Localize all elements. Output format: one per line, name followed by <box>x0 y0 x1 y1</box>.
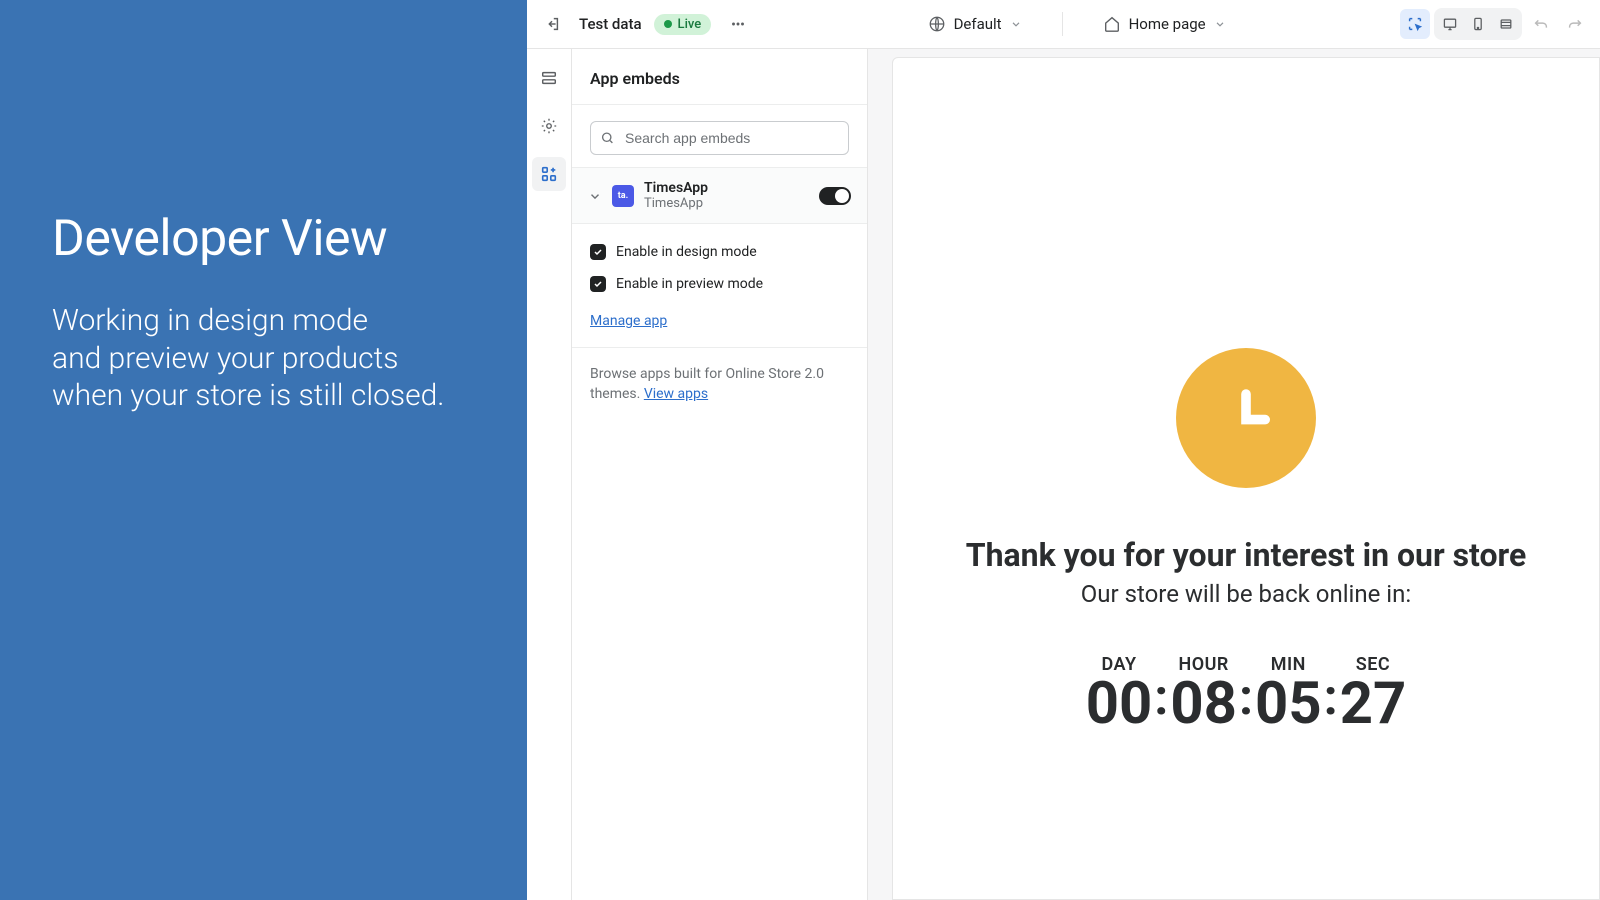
fullscreen-icon[interactable] <box>1493 11 1519 37</box>
panel-title: App embeds <box>572 49 867 105</box>
redo-icon[interactable] <box>1560 9 1590 39</box>
countdown-timer: DAY 00 : HOUR 08 : MIN 05 <box>1086 654 1407 733</box>
colon-separator: : <box>1322 669 1340 727</box>
chevron-down-icon <box>1010 18 1022 30</box>
colon-separator: : <box>1152 669 1170 727</box>
globe-icon <box>928 15 946 33</box>
preview-canvas: Thank you for your interest in our store… <box>892 57 1600 900</box>
manage-app-link[interactable]: Manage app <box>590 313 667 329</box>
inspector-icon[interactable] <box>1400 9 1430 39</box>
search-input[interactable] <box>590 121 849 155</box>
more-icon[interactable] <box>723 9 753 39</box>
mobile-icon[interactable] <box>1465 11 1491 37</box>
app-embeds-icon[interactable] <box>532 157 566 191</box>
sections-icon[interactable] <box>532 61 566 95</box>
undo-icon[interactable] <box>1526 9 1556 39</box>
promo-title: Developer View <box>52 210 475 268</box>
app-enable-toggle[interactable] <box>819 187 851 205</box>
preview-subline: Our store will be back online in: <box>966 580 1526 608</box>
style-dropdown[interactable]: Default <box>928 15 1022 33</box>
checked-icon <box>590 276 606 292</box>
page-dropdown[interactable]: Home page <box>1103 15 1226 33</box>
topbar: Test data Live Default <box>527 0 1600 49</box>
countdown-min: MIN 05 <box>1255 654 1322 733</box>
search-icon <box>600 131 615 146</box>
countdown-hour: HOUR 08 <box>1170 654 1237 733</box>
app-embed-item: ta. TimesApp TimesApp <box>572 167 867 224</box>
status-dot-icon <box>664 20 672 28</box>
preview-headline: Thank you for your interest in our store <box>966 536 1526 574</box>
exit-icon[interactable] <box>537 9 567 39</box>
chevron-down-icon <box>1214 18 1226 30</box>
chevron-down-icon[interactable] <box>588 189 602 203</box>
device-switcher <box>1434 8 1522 40</box>
app-logo: ta. <box>612 185 634 207</box>
clock-icon <box>1176 348 1316 488</box>
preview-area: Thank you for your interest in our store… <box>868 49 1600 900</box>
live-badge: Live <box>654 14 712 35</box>
countdown-day: DAY 00 <box>1086 654 1153 733</box>
app-vendor: TimesApp <box>644 196 809 211</box>
promo-panel: Developer View Working in design mode an… <box>0 0 527 900</box>
promo-description: Working in design mode and preview your … <box>52 302 475 415</box>
divider <box>1062 12 1063 36</box>
colon-separator: : <box>1237 669 1255 727</box>
desktop-icon[interactable] <box>1437 11 1463 37</box>
app-embeds-panel: App embeds ta. TimesApp <box>572 49 868 900</box>
app-name: TimesApp <box>644 180 809 196</box>
test-data-label: Test data <box>579 15 642 33</box>
enable-preview-checkbox[interactable]: Enable in preview mode <box>590 268 849 300</box>
countdown-sec: SEC 27 <box>1340 654 1407 733</box>
view-apps-link[interactable]: View apps <box>644 386 708 402</box>
side-rail <box>527 49 572 900</box>
browse-apps-text: Browse apps built for Online Store 2.0 t… <box>572 347 867 421</box>
home-icon <box>1103 15 1121 33</box>
checked-icon <box>590 244 606 260</box>
settings-icon[interactable] <box>532 109 566 143</box>
enable-design-checkbox[interactable]: Enable in design mode <box>590 236 849 268</box>
